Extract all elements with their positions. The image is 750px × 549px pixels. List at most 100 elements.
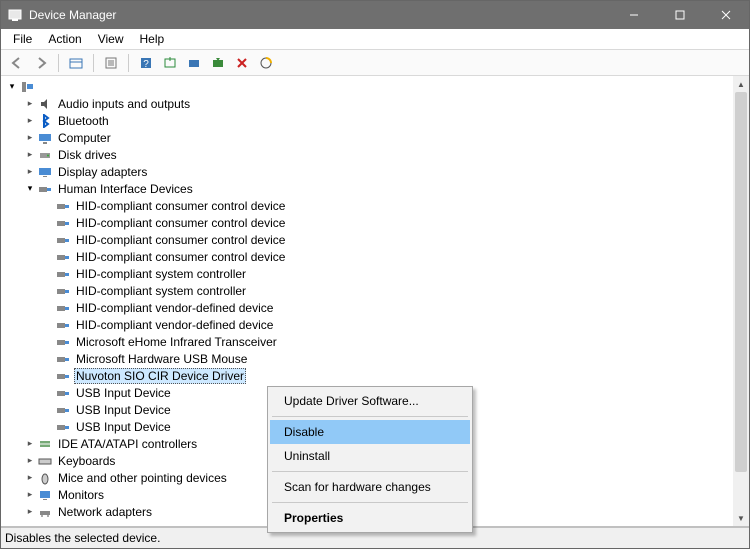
computer-icon xyxy=(37,131,53,145)
hid-icon xyxy=(55,386,71,400)
scroll-thumb[interactable] xyxy=(735,92,747,472)
hid-icon xyxy=(37,182,53,196)
tree-row[interactable]: Microsoft eHome Infrared Transceiver xyxy=(1,333,733,350)
tree-row[interactable]: ▸ Bluetooth xyxy=(1,112,733,129)
properties-button[interactable] xyxy=(101,53,121,73)
hid-icon xyxy=(55,199,71,213)
tree-row[interactable]: HID-compliant consumer control device xyxy=(1,214,733,231)
forward-button[interactable] xyxy=(31,53,51,73)
ctx-update-driver[interactable]: Update Driver Software... xyxy=(270,389,470,413)
keyboard-icon xyxy=(37,454,53,468)
chevron-right-icon[interactable]: ▸ xyxy=(23,166,37,177)
menu-action[interactable]: Action xyxy=(40,30,89,48)
tree-row[interactable]: ▾ Human Interface Devices xyxy=(1,180,733,197)
tree-row[interactable]: ▸ Audio inputs and outputs xyxy=(1,95,733,112)
tree-item-label: Mice and other pointing devices xyxy=(56,471,229,485)
tree-item-label: Nuvoton SIO CIR Device Driver xyxy=(74,368,246,384)
toolbar-separator xyxy=(93,54,94,72)
chevron-right-icon[interactable]: ▸ xyxy=(23,115,37,126)
tree-row[interactable]: ▸Display adapters xyxy=(1,163,733,180)
hid-icon xyxy=(55,250,71,264)
network-icon xyxy=(37,505,53,519)
tree-row[interactable]: HID-compliant system controller xyxy=(1,282,733,299)
menu-file[interactable]: File xyxy=(5,30,40,48)
scan-button[interactable] xyxy=(160,53,180,73)
update-button[interactable] xyxy=(184,53,204,73)
ctx-disable[interactable]: Disable xyxy=(270,420,470,444)
audio-icon xyxy=(37,97,53,111)
context-separator xyxy=(272,502,468,503)
scroll-down-icon[interactable]: ▼ xyxy=(733,510,749,526)
tree-row[interactable]: ▸Computer xyxy=(1,129,733,146)
menu-view[interactable]: View xyxy=(90,30,132,48)
hid-icon xyxy=(55,267,71,281)
tree-item-label: Keyboards xyxy=(56,454,117,468)
uninstall-button[interactable] xyxy=(208,53,228,73)
back-button[interactable] xyxy=(7,53,27,73)
ctx-properties[interactable]: Properties xyxy=(270,506,470,530)
menu-bar: File Action View Help xyxy=(1,29,749,50)
enable-button[interactable] xyxy=(256,53,276,73)
tree-item-label: Human Interface Devices xyxy=(56,182,195,196)
tree-item-label: Audio inputs and outputs xyxy=(56,97,192,111)
hid-icon xyxy=(55,301,71,315)
tree-row[interactable]: Microsoft Hardware USB Mouse xyxy=(1,350,733,367)
hid-icon xyxy=(55,318,71,332)
tree-item-label: HID-compliant consumer control device xyxy=(74,199,287,213)
hid-icon xyxy=(55,284,71,298)
show-hide-button[interactable] xyxy=(66,53,86,73)
tree-item-label: HID-compliant consumer control device xyxy=(74,216,287,230)
monitor-icon xyxy=(37,488,53,502)
tree-row[interactable]: HID-compliant vendor-defined device xyxy=(1,316,733,333)
chevron-down-icon[interactable]: ▾ xyxy=(23,183,37,194)
tree-row[interactable]: ▾ xyxy=(1,78,733,95)
bluetooth-icon xyxy=(37,114,53,128)
mouse-icon xyxy=(37,471,53,485)
close-button[interactable] xyxy=(703,1,749,29)
ctx-uninstall[interactable]: Uninstall xyxy=(270,444,470,468)
tree-row[interactable]: HID-compliant consumer control device xyxy=(1,197,733,214)
tree-row[interactable]: HID-compliant vendor-defined device xyxy=(1,299,733,316)
tree-row[interactable]: HID-compliant consumer control device xyxy=(1,248,733,265)
hid-icon xyxy=(55,335,71,349)
window-title: Device Manager xyxy=(29,8,116,22)
tree-item-label: USB Input Device xyxy=(74,420,173,434)
tree-item-label: HID-compliant system controller xyxy=(74,267,248,281)
chevron-right-icon[interactable]: ▸ xyxy=(23,489,37,500)
pc-icon xyxy=(19,80,35,94)
maximize-button[interactable] xyxy=(657,1,703,29)
tree-row[interactable]: Nuvoton SIO CIR Device Driver xyxy=(1,367,733,384)
tree-row[interactable]: ▸Disk drives xyxy=(1,146,733,163)
chevron-down-icon[interactable]: ▾ xyxy=(5,81,19,92)
scroll-up-icon[interactable]: ▲ xyxy=(733,76,749,92)
tree-item-label: USB Input Device xyxy=(74,386,173,400)
tree-item-label: Bluetooth xyxy=(56,114,111,128)
disable-button[interactable] xyxy=(232,53,252,73)
app-icon xyxy=(7,7,23,23)
hid-icon xyxy=(55,369,71,383)
chevron-right-icon[interactable]: ▸ xyxy=(23,98,37,109)
toolbar-separator xyxy=(128,54,129,72)
menu-help[interactable]: Help xyxy=(132,30,173,48)
chevron-right-icon[interactable]: ▸ xyxy=(23,132,37,143)
chevron-right-icon[interactable]: ▸ xyxy=(23,438,37,449)
chevron-right-icon[interactable]: ▸ xyxy=(23,506,37,517)
minimize-button[interactable] xyxy=(611,1,657,29)
ctx-scan[interactable]: Scan for hardware changes xyxy=(270,475,470,499)
tree-item-label: Microsoft Hardware USB Mouse xyxy=(74,352,249,366)
context-menu: Update Driver Software... Disable Uninst… xyxy=(267,386,473,533)
chevron-right-icon[interactable]: ▸ xyxy=(23,149,37,160)
chevron-right-icon[interactable]: ▸ xyxy=(23,472,37,483)
chevron-right-icon[interactable]: ▸ xyxy=(23,455,37,466)
disk-icon xyxy=(37,148,53,162)
tree-row[interactable]: HID-compliant consumer control device xyxy=(1,231,733,248)
tree-item-label: HID-compliant vendor-defined device xyxy=(74,318,275,332)
svg-text:?: ? xyxy=(143,59,149,70)
scroll-track[interactable] xyxy=(733,92,749,510)
hid-icon xyxy=(55,403,71,417)
context-separator xyxy=(272,471,468,472)
help-button[interactable]: ? xyxy=(136,53,156,73)
title-bar: Device Manager xyxy=(1,1,749,29)
vertical-scrollbar[interactable]: ▲ ▼ xyxy=(733,76,749,526)
tree-row[interactable]: HID-compliant system controller xyxy=(1,265,733,282)
